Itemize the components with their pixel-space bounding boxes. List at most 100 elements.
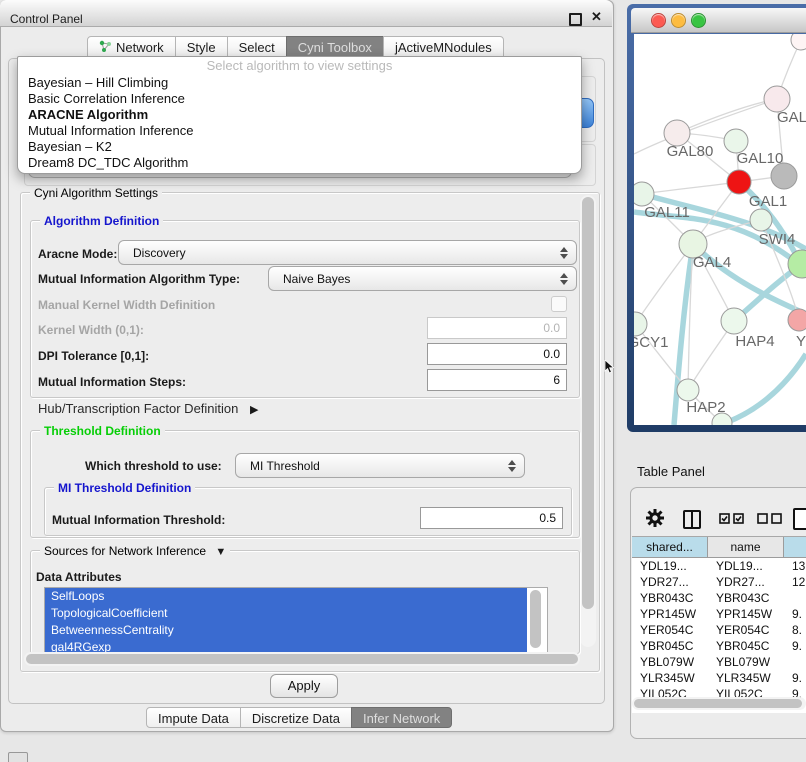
table-cell <box>784 654 806 670</box>
table-row[interactable]: YDL19...YDL19...13 <box>632 558 806 574</box>
network-node[interactable] <box>791 34 806 50</box>
zoom-window-icon[interactable] <box>691 13 706 28</box>
table-cell: YDL19... <box>708 558 784 574</box>
attributes-scrollbar-thumb[interactable] <box>530 590 541 648</box>
table-row[interactable]: YDR27...YDR27...12 <box>632 574 806 590</box>
expand-triangle-icon[interactable]: ▶ <box>250 404 258 416</box>
close-icon[interactable]: ✕ <box>591 9 602 25</box>
settings-scrollbar-thumb[interactable] <box>582 197 594 609</box>
table-hscrollbar-thumb[interactable] <box>634 699 802 708</box>
cyni-bottom-tabs: Impute DataDiscretize Data Infer Network <box>147 707 452 728</box>
network-canvas[interactable]: GALGAL80GAL10GAL1GAL11GAL4SWI4GCY1HAP4YH… <box>634 34 806 425</box>
network-node[interactable] <box>771 163 797 189</box>
kernel-width-label: Kernel Width (0,1): <box>38 323 144 337</box>
tab-infer-network[interactable]: Infer Network <box>351 707 452 728</box>
network-node-hap2[interactable] <box>677 379 699 401</box>
table-row[interactable]: YER054CYER054C8. <box>632 622 806 638</box>
table-cell: YDR27... <box>708 574 784 590</box>
checked-boxes-icon[interactable] <box>719 513 745 524</box>
table-cell: YBR043C <box>632 590 708 606</box>
dpi-tolerance-field[interactable]: 0.0 <box>427 343 567 365</box>
data-attributes-label: Data Attributes <box>36 570 122 584</box>
mi-threshold-field[interactable]: 0.5 <box>420 507 563 529</box>
attribute-item[interactable]: SelfLoops <box>45 588 527 605</box>
sources-title-row[interactable]: Sources for Network Inference ▼ <box>40 544 230 558</box>
control-panel-titlebar[interactable] <box>0 0 612 27</box>
tab-jactivemnodules[interactable]: jActiveMNodules <box>383 36 504 57</box>
network-node-hap4[interactable] <box>721 308 747 334</box>
kernel-width-field[interactable]: 0.0 <box>427 317 567 339</box>
algorithm-option[interactable]: Bayesian – Hill Climbing <box>18 75 581 91</box>
table-cell: YLR345W <box>632 670 708 686</box>
network-node-label: GAL4 <box>693 254 731 271</box>
table-row[interactable]: YBR043CYBR043C <box>632 590 806 606</box>
table-column-header[interactable]: shared... <box>632 537 708 558</box>
manual-kernel-checkbox[interactable] <box>551 296 567 312</box>
algorithm-option[interactable]: Bayesian – K2 <box>18 139 581 155</box>
network-edge[interactable] <box>719 354 806 425</box>
float-panel-icon[interactable] <box>569 13 582 26</box>
aracne-mode-combobox[interactable]: Discovery <box>118 240 577 265</box>
algorithm-dropdown-list: Bayesian – Hill ClimbingBasic Correlatio… <box>18 75 581 171</box>
hub-definition-section[interactable]: Hub/Transcription Factor Definition ▶ <box>38 401 258 416</box>
network-node-y[interactable] <box>788 309 806 331</box>
tab-cyni-toolbox[interactable]: Cyni Toolbox <box>286 36 384 57</box>
table-cell: 9. <box>784 606 806 622</box>
settings-hscrollbar-thumb[interactable] <box>26 654 578 664</box>
table-icon[interactable] <box>793 508 806 530</box>
algorithm-option[interactable]: Dream8 DC_TDC Algorithm <box>18 155 581 171</box>
algorithm-option[interactable]: Basic Correlation Inference <box>18 91 581 107</box>
which-threshold-label: Which threshold to use: <box>85 459 222 473</box>
tab-impute-data[interactable]: Impute Data <box>146 707 241 728</box>
table-row[interactable]: YBL079WYBL079W <box>632 654 806 670</box>
collapse-triangle-icon[interactable]: ▼ <box>215 546 226 558</box>
table-row[interactable]: YLR345WYLR345W9. <box>632 670 806 686</box>
tab-style[interactable]: Style <box>175 36 228 57</box>
app-screen: Control Panel ✕ NetworkStyleSelectCyni T… <box>0 0 806 762</box>
attribute-item[interactable]: BetweennessCentrality <box>45 622 527 639</box>
table-cell: YBR045C <box>708 638 784 654</box>
network-svg: GALGAL80GAL10GAL1GAL11GAL4SWI4GCY1HAP4YH… <box>634 34 806 425</box>
which-threshold-combobox[interactable]: MI Threshold <box>235 453 525 478</box>
network-node-gal11[interactable] <box>634 182 654 206</box>
table-cell: YER054C <box>708 622 784 638</box>
network-window-titlebar[interactable] <box>631 8 806 33</box>
table-column-header[interactable] <box>784 537 806 558</box>
mi-steps-label: Mutual Information Steps: <box>38 375 186 389</box>
close-window-icon[interactable] <box>651 13 666 28</box>
mouse-cursor <box>604 360 616 374</box>
network-node-swi4[interactable] <box>750 209 772 231</box>
mi-threshold-definition-title: MI Threshold Definition <box>54 481 195 495</box>
tab-label: Select <box>239 40 275 55</box>
network-node-gal1[interactable] <box>727 170 751 194</box>
control-panel-tabs: NetworkStyle Select Cyni ToolboxjActiveMNo… <box>88 36 504 57</box>
algorithm-option[interactable]: ARACNE Algorithm <box>18 107 581 123</box>
unchecked-boxes-icon[interactable] <box>757 513 783 524</box>
collapsed-panel-icon[interactable] <box>8 752 28 762</box>
node-table[interactable]: shared...name YDL19...YDL19...13YDR27...… <box>632 536 806 713</box>
mi-type-combobox[interactable]: Naive Bayes <box>268 266 577 291</box>
mi-steps-field[interactable]: 6 <box>427 369 567 391</box>
algorithm-option[interactable]: Mutual Information Inference <box>18 123 581 139</box>
table-column-header[interactable]: name <box>708 537 784 558</box>
network-edge[interactable] <box>642 182 739 194</box>
split-columns-icon[interactable] <box>683 510 701 529</box>
table-hscrollbar-track[interactable] <box>632 697 806 710</box>
network-node-gcy1[interactable] <box>634 312 647 336</box>
network-node-label: GAL1 <box>749 193 787 210</box>
network-node-label: GAL <box>777 109 806 126</box>
table-cell: 8. <box>784 622 806 638</box>
tab-discretize-data[interactable]: Discretize Data <box>240 707 352 728</box>
table-row[interactable]: YPR145WYPR145W9. <box>632 606 806 622</box>
minimize-window-icon[interactable] <box>671 13 686 28</box>
tab-label: Infer Network <box>363 711 440 726</box>
table-cell: YBL079W <box>708 654 784 670</box>
table-header-row: shared...name <box>632 537 806 558</box>
table-row[interactable]: YBR045CYBR045C9. <box>632 638 806 654</box>
apply-button[interactable]: Apply <box>270 674 338 698</box>
attribute-item[interactable]: TopologicalCoefficient <box>45 605 527 622</box>
tab-select[interactable]: Select <box>227 36 287 57</box>
data-attributes-list[interactable]: SelfLoopsTopologicalCoefficientBetweenne… <box>44 587 548 655</box>
tab-network[interactable]: Network <box>87 36 176 57</box>
gear-icon[interactable] <box>645 508 665 528</box>
